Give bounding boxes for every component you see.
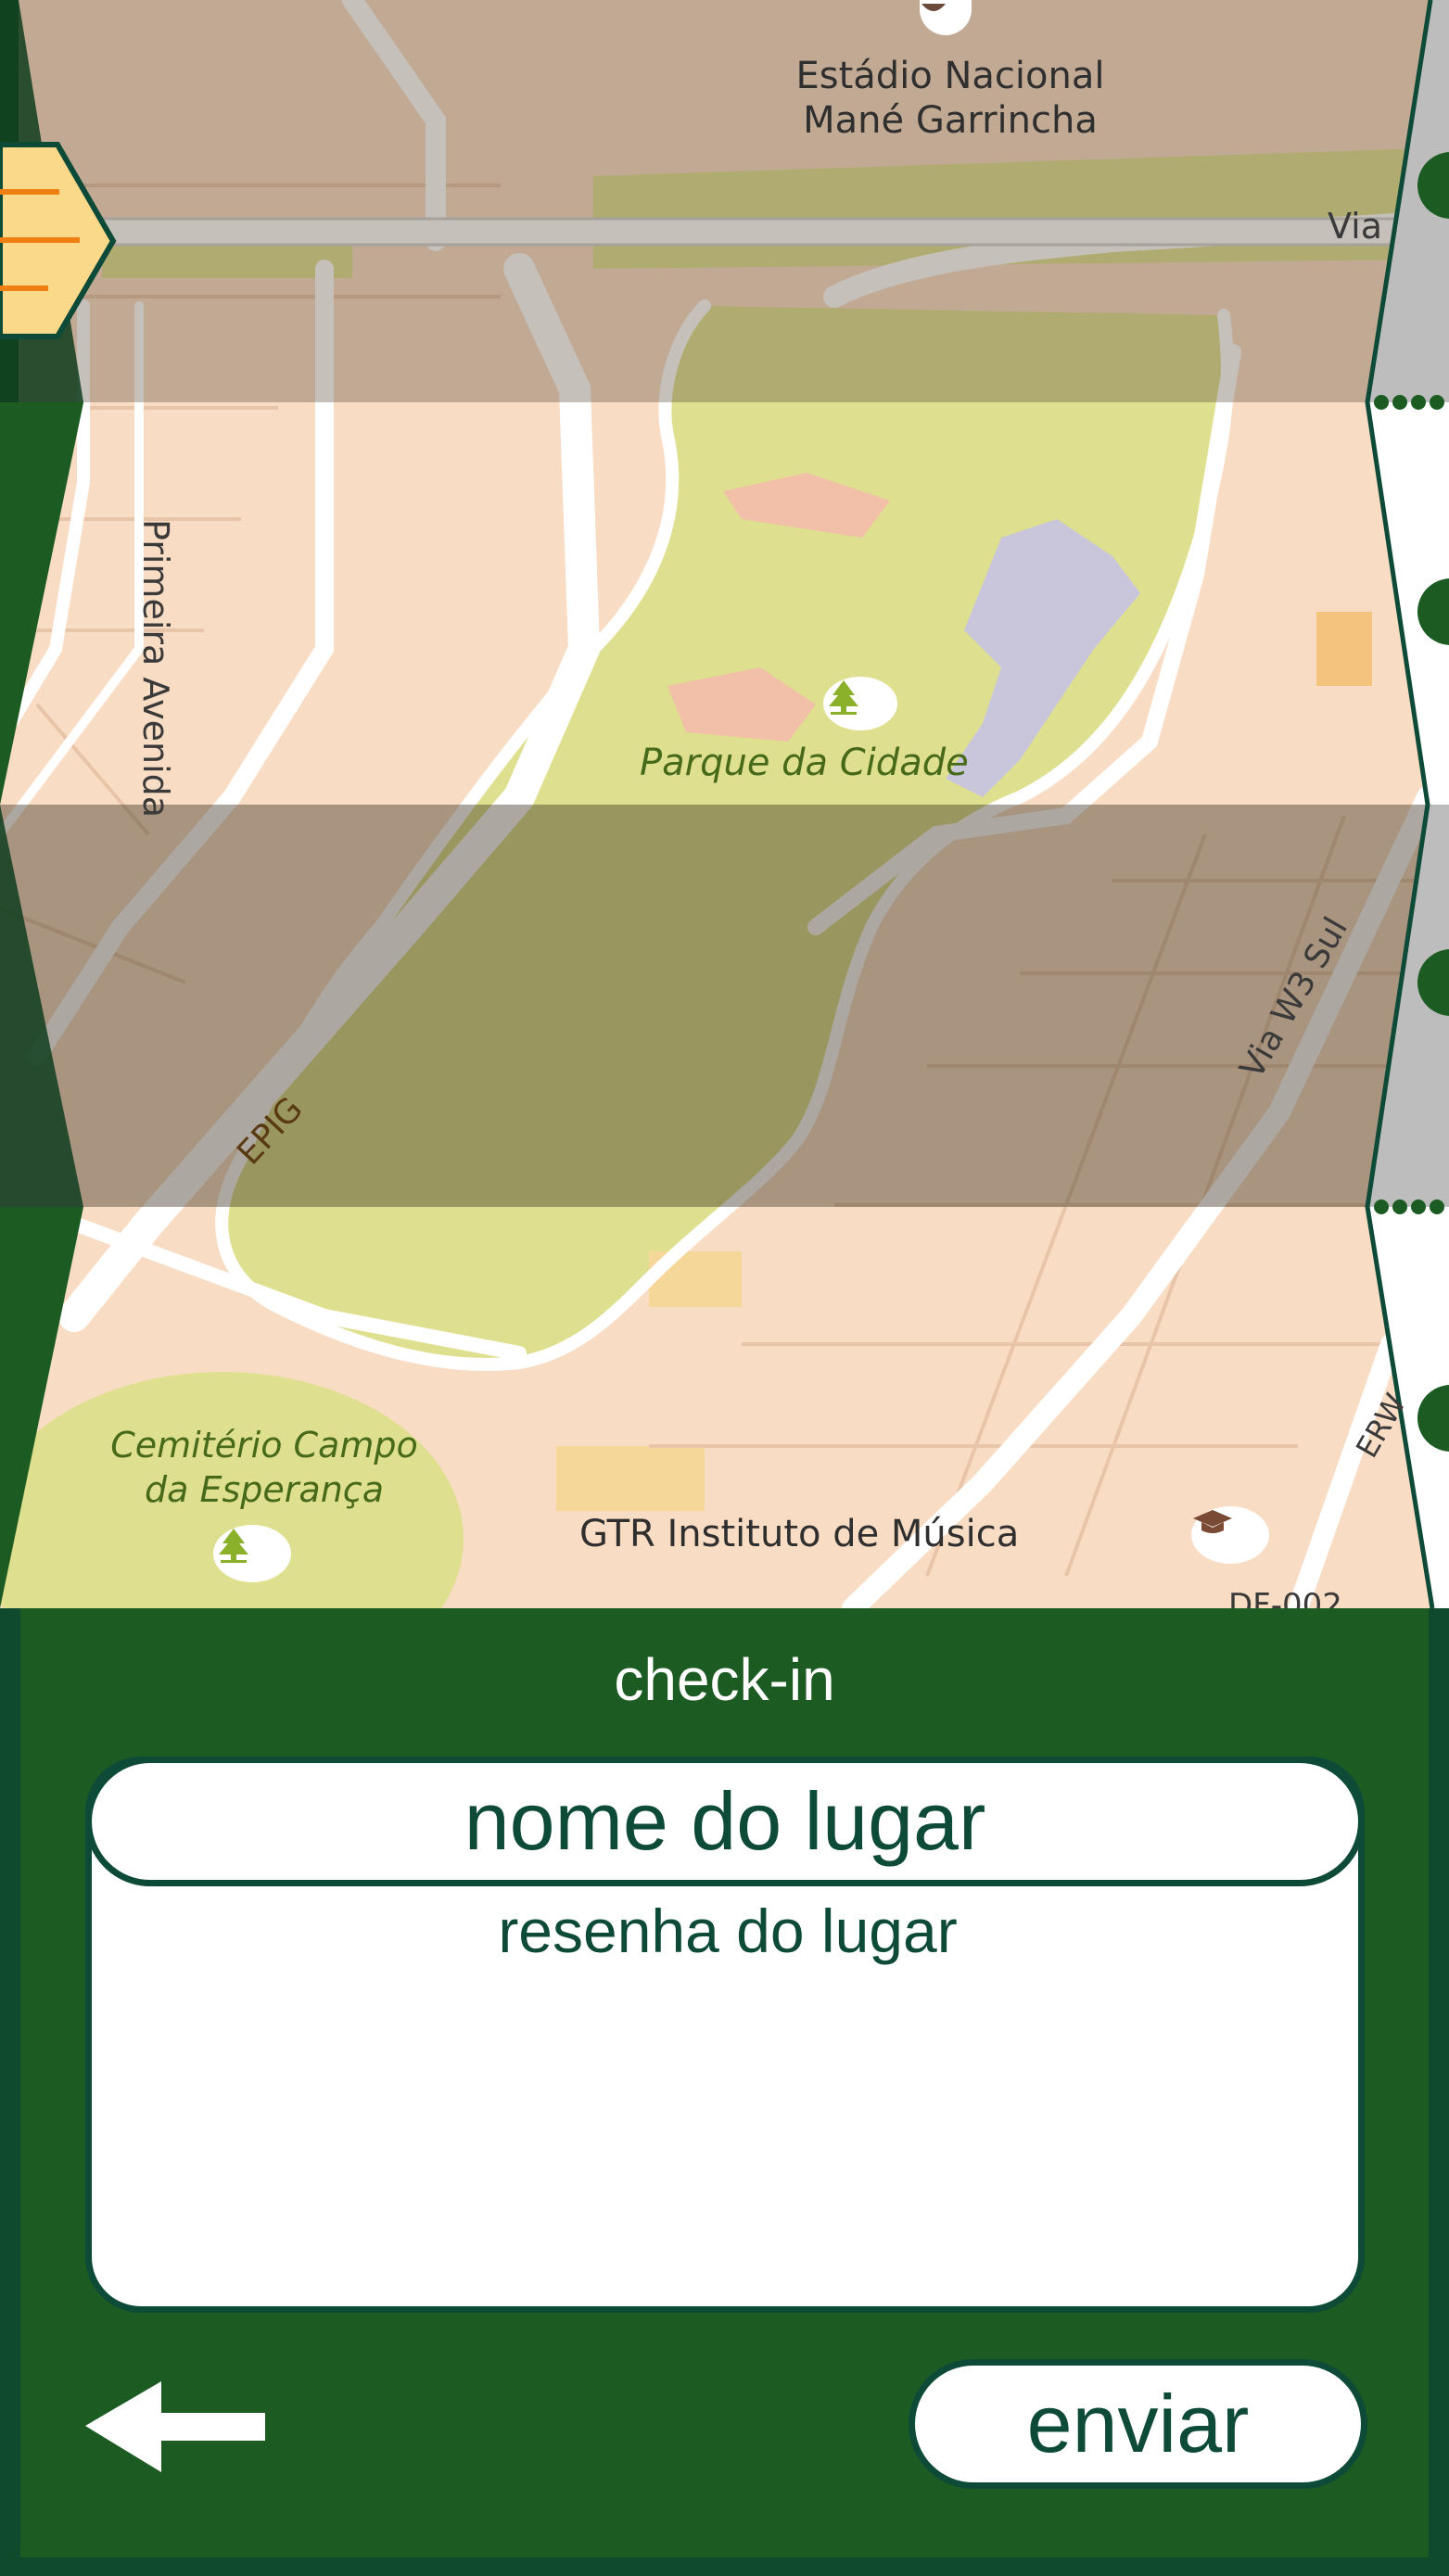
map-label-stadium-line2: Mané Garrincha	[803, 99, 1098, 142]
map-label-road-primeira: Primeira Avenida	[135, 519, 176, 818]
map-label-road-df: DF-002	[1228, 1587, 1342, 1608]
checkin-screen: Estádio Nacional Mané Garrincha Parque d…	[0, 0, 1449, 2576]
page-title: check-in	[614, 1646, 835, 1713]
hamburger-menu-icon[interactable]	[0, 141, 119, 340]
map-canvas	[0, 0, 1449, 1608]
place-name-input[interactable]	[85, 1757, 1365, 1886]
send-button[interactable]: enviar	[909, 2359, 1367, 2489]
tree-icon[interactable]	[823, 677, 897, 730]
map-label-cemetery[interactable]: Cemitério Campo da Esperança	[42, 1423, 487, 1512]
map-label-music-school[interactable]: GTR Instituto de Música	[579, 1513, 1019, 1555]
map-view[interactable]: Estádio Nacional Mané Garrincha Parque d…	[0, 0, 1449, 1608]
map-label-stadium[interactable]: Estádio Nacional Mané Garrincha	[732, 54, 1168, 143]
map-label-cemetery-line2: da Esperança	[145, 1469, 384, 1510]
tree-icon[interactable]	[213, 1525, 291, 1582]
arrow-left-icon	[85, 2381, 265, 2472]
review-input[interactable]	[130, 1896, 1326, 2294]
back-button[interactable]	[83, 2378, 269, 2480]
map-label-park[interactable]: Parque da Cidade	[640, 742, 969, 784]
graduation-cap-icon[interactable]	[1191, 1506, 1269, 1564]
checkin-panel: check-in enviar	[0, 1608, 1449, 2576]
map-label-road-via: Via	[1328, 206, 1383, 247]
map-label-cemetery-line1: Cemitério Campo	[110, 1425, 418, 1466]
map-label-stadium-line1: Estádio Nacional	[795, 55, 1105, 97]
